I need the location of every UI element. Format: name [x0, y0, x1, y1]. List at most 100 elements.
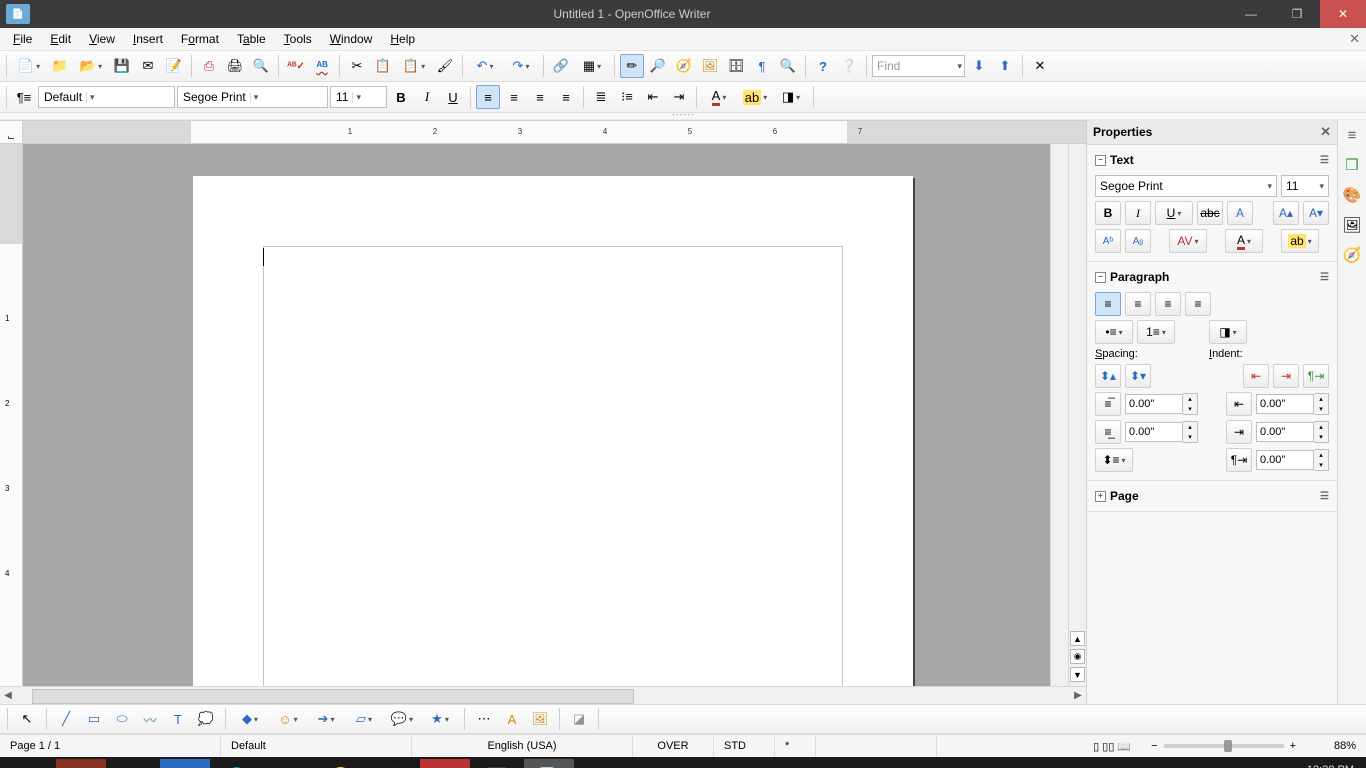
menu-window[interactable]: Window: [321, 30, 382, 48]
properties-close-icon[interactable]: ✕: [1320, 124, 1331, 140]
decrease-indent-prop-button[interactable]: ⇤: [1243, 364, 1269, 388]
menu-help[interactable]: Help: [381, 30, 424, 48]
symbol-shapes-button[interactable]: ☺▾: [271, 707, 305, 731]
status-over[interactable]: OVER: [633, 735, 714, 757]
new-document-button[interactable]: 📄▾: [12, 54, 46, 78]
zoom-value[interactable]: 88%: [1306, 735, 1366, 757]
find-replace-button[interactable]: 🔎: [646, 54, 670, 78]
horizontal-scrollbar[interactable]: ◀ ▶: [0, 686, 1086, 704]
format-paintbrush-button[interactable]: 🖌: [433, 54, 457, 78]
minimize-button[interactable]: —: [1228, 0, 1274, 28]
open-button[interactable]: 📂▾: [74, 54, 108, 78]
line-spacing-button[interactable]: ⬍≡▾: [1095, 448, 1133, 472]
bold-button[interactable]: B: [389, 85, 413, 109]
status-signature[interactable]: [816, 735, 937, 757]
decrease-spacing-button[interactable]: ⬍▾: [1125, 364, 1151, 388]
prop-strike-button[interactable]: abc: [1197, 201, 1223, 225]
vertical-scrollbar[interactable]: [1050, 144, 1068, 686]
hanging-indent-button[interactable]: ¶⇥: [1303, 364, 1329, 388]
open-template-button[interactable]: 📁: [48, 54, 72, 78]
flowcharts-button[interactable]: ▱▾: [347, 707, 381, 731]
prev-page-button[interactable]: ▲: [1070, 631, 1085, 646]
show-draw-button[interactable]: ✏: [620, 54, 644, 78]
styles-window-button[interactable]: ¶≡: [12, 85, 36, 109]
prop-shadow-button[interactable]: A: [1227, 201, 1253, 225]
from-file-button[interactable]: 🖼: [528, 707, 552, 731]
menu-tools[interactable]: Tools: [275, 30, 321, 48]
system-tray[interactable]: ˄ ⚑ ▮ 📶 ⌨ 🔊 12:38 PM10/6/2013: [1179, 764, 1362, 768]
view-layout-buttons[interactable]: ▯ ▯▯ 📖: [1083, 735, 1141, 757]
numbered-list-button[interactable]: ≣: [589, 85, 613, 109]
h-ruler[interactable]: 1 2 3 4 5 6 7: [23, 121, 1086, 143]
export-pdf-button[interactable]: ⎙: [197, 54, 221, 78]
prop-increase-font-button[interactable]: A▴: [1273, 201, 1299, 225]
status-style[interactable]: Default: [221, 735, 412, 757]
fontwork-button[interactable]: A: [500, 707, 524, 731]
insert-table-button[interactable]: ▦▾: [575, 54, 609, 78]
edit-file-button[interactable]: 📝: [162, 54, 186, 78]
callout-button[interactable]: 💭: [194, 707, 218, 731]
prop-highlight-button[interactable]: ab▾: [1281, 229, 1319, 253]
prop-align-justify-button[interactable]: ≡: [1185, 292, 1211, 316]
first-line-input[interactable]: ▴▾: [1256, 449, 1329, 471]
status-modified[interactable]: *: [775, 735, 816, 757]
redo-button[interactable]: ↷▾: [504, 54, 538, 78]
properties-deck-icon[interactable]: ❒: [1341, 154, 1363, 176]
document-close-button[interactable]: ✕: [1349, 31, 1360, 47]
print-button[interactable]: 🖨: [223, 54, 247, 78]
sidebar-settings-icon[interactable]: ≡: [1341, 124, 1363, 146]
app-icon-1[interactable]: ❖: [56, 759, 106, 768]
bg-color-button[interactable]: ◨▾: [774, 85, 808, 109]
find-next-button[interactable]: ⬇: [967, 54, 991, 78]
prop-align-center-button[interactable]: ≡: [1125, 292, 1151, 316]
italic-button[interactable]: I: [415, 85, 439, 109]
styles-deck-icon[interactable]: 🎨: [1341, 184, 1363, 206]
clock[interactable]: 12:38 PM10/6/2013: [1305, 764, 1354, 768]
notes-icon[interactable]: 🗒: [368, 759, 418, 768]
align-right-button[interactable]: ≡: [528, 85, 552, 109]
adobe-icon[interactable]: A: [420, 759, 470, 768]
whatsthis-button[interactable]: ❔: [837, 54, 861, 78]
zoom-slider[interactable]: −+: [1141, 735, 1306, 757]
callouts-button[interactable]: 💬▾: [385, 707, 419, 731]
menu-view[interactable]: View: [80, 30, 124, 48]
chrome-icon[interactable]: 🟡: [316, 759, 366, 768]
prop-spacing-button[interactable]: AV▾: [1169, 229, 1207, 253]
save-button[interactable]: 💾: [110, 54, 134, 78]
close-button[interactable]: ✕: [1320, 0, 1366, 28]
prop-superscript-button[interactable]: Aᵇ: [1095, 229, 1121, 253]
horizontal-ruler[interactable]: ⌙ 1 2 3 4 5 6 7: [0, 120, 1086, 144]
prop-numbering-button[interactable]: 1≡▾: [1137, 320, 1175, 344]
block-arrows-button[interactable]: ➔▾: [309, 707, 343, 731]
page-section-header[interactable]: +Page☰: [1095, 485, 1329, 507]
menu-edit[interactable]: Edit: [41, 30, 80, 48]
status-page[interactable]: Page 1 / 1: [0, 735, 221, 757]
font-color-button[interactable]: A▾: [702, 85, 736, 109]
find-prev-button[interactable]: ⬆: [993, 54, 1017, 78]
page[interactable]: [193, 176, 913, 686]
navigator-button[interactable]: 🧭: [672, 54, 696, 78]
print-preview-button[interactable]: 🔍: [249, 54, 273, 78]
select-arrow-button[interactable]: ↖: [15, 707, 39, 731]
ellipse-button[interactable]: ⬭: [110, 707, 134, 731]
photo-icon[interactable]: 🖼: [472, 759, 522, 768]
undo-button[interactable]: ↶▾: [468, 54, 502, 78]
decrease-indent-button[interactable]: ⇤: [641, 85, 665, 109]
file-explorer-icon[interactable]: 📁: [108, 759, 158, 768]
space-above-input[interactable]: ▴▾: [1125, 393, 1198, 415]
status-std[interactable]: STD: [714, 735, 775, 757]
gallery-deck-icon[interactable]: 🖼: [1341, 214, 1363, 236]
text-section-header[interactable]: −Text☰: [1095, 149, 1329, 171]
prop-bgcolor-button[interactable]: ◨▾: [1209, 320, 1247, 344]
line-button[interactable]: ╱: [54, 707, 78, 731]
cut-button[interactable]: ✂: [345, 54, 369, 78]
document-area[interactable]: [23, 144, 1050, 686]
rect-button[interactable]: ▭: [82, 707, 106, 731]
prop-bold-button[interactable]: B: [1095, 201, 1121, 225]
paragraph-section-header[interactable]: −Paragraph☰: [1095, 266, 1329, 288]
prop-italic-button[interactable]: I: [1125, 201, 1151, 225]
align-left-button[interactable]: ≡: [476, 85, 500, 109]
increase-indent-prop-button[interactable]: ⇥: [1273, 364, 1299, 388]
ie-icon[interactable]: e: [4, 759, 54, 768]
prop-font-combo[interactable]: Segoe Print▾: [1095, 175, 1277, 197]
